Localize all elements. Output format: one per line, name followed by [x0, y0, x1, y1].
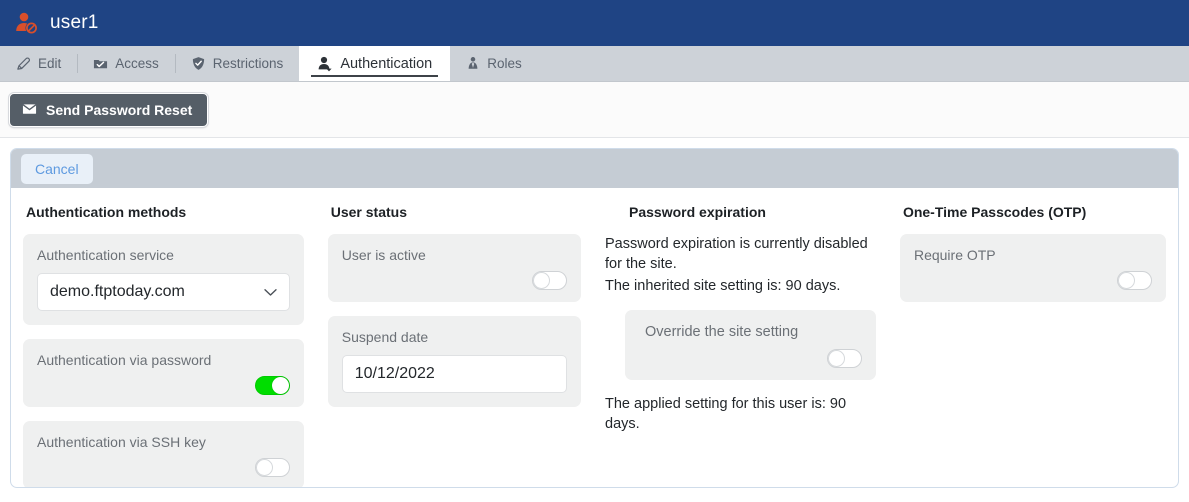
shield-icon	[191, 56, 206, 71]
password-expiration-line1: Password expiration is currently disable…	[605, 236, 868, 272]
authentication-service-label: Authentication service	[37, 247, 174, 263]
toggle-knob	[255, 459, 273, 476]
tab-restrictions-label: Restrictions	[212, 56, 284, 71]
roles-icon	[466, 56, 480, 71]
password-expiration-applied-line: The applied setting for this user is: 90…	[605, 396, 847, 432]
require-otp-label: Require OTP	[913, 247, 996, 263]
tab-access[interactable]: Access	[77, 46, 175, 81]
tab-restrictions[interactable]: Restrictions	[174, 46, 300, 81]
action-toolbar: Send Password Reset	[0, 82, 1189, 138]
toggle-knob	[271, 377, 289, 394]
authentication-via-password-label: Authentication via password	[37, 352, 212, 368]
folder-check-icon	[93, 56, 108, 71]
tab-roles[interactable]: Roles	[450, 46, 538, 81]
page-title: user1	[50, 12, 99, 33]
user-status-title: User status	[330, 204, 408, 220]
tab-edit-label: Edit	[38, 56, 62, 71]
user-is-active-field: User is active	[327, 234, 582, 302]
authentication-panel: Cancel Authentication methods Authentica…	[10, 148, 1179, 488]
override-site-setting-label: Override the site setting	[645, 324, 799, 340]
authentication-via-password-field: Authentication via password	[23, 339, 304, 407]
otp-title: One-Time Passcodes (OTP)	[902, 204, 1087, 220]
panel-wrapper: Cancel Authentication methods Authentica…	[0, 138, 1189, 488]
cancel-button[interactable]: Cancel	[21, 153, 93, 184]
password-expiration-line2: The inherited site setting is: 90 days.	[605, 278, 841, 294]
suspend-date-field: Suspend date	[327, 316, 582, 407]
authentication-via-ssh-key-toggle[interactable]	[254, 458, 290, 477]
tab-authentication-label: Authentication	[340, 55, 433, 72]
authentication-service-value: demo.ftptoday.com	[50, 283, 185, 300]
column-otp: One-Time Passcodes (OTP) Require OTP	[888, 204, 1178, 487]
toggle-knob	[1117, 272, 1135, 289]
suspend-date-label: Suspend date	[341, 329, 429, 345]
require-otp-field: Require OTP	[899, 234, 1166, 302]
authentication-via-ssh-key-label: Authentication via SSH key	[37, 434, 206, 450]
column-password-expiration: Password expiration Password expiration …	[593, 204, 888, 487]
toggle-knob	[827, 350, 845, 367]
override-site-setting-field: Override the site setting	[625, 310, 876, 380]
require-otp-toggle[interactable]	[1116, 271, 1152, 290]
chevron-down-icon	[264, 286, 277, 299]
column-user-status: User status User is active Suspend date	[316, 204, 593, 487]
user-auth-icon	[317, 56, 333, 72]
blocked-user-icon	[14, 10, 40, 36]
column-authentication-methods: Authentication methods Authentication se…	[11, 204, 316, 487]
envelope-icon	[22, 102, 37, 118]
authentication-methods-title: Authentication methods	[26, 204, 187, 220]
active-tab-underline	[311, 75, 439, 77]
authentication-service-select[interactable]: demo.ftptoday.com	[37, 273, 290, 311]
authentication-service-field: Authentication service demo.ftptoday.com	[23, 234, 304, 325]
override-site-setting-toggle[interactable]	[826, 349, 862, 368]
tab-access-label: Access	[115, 56, 159, 71]
suspend-date-input[interactable]	[341, 355, 568, 393]
page-header: user1	[0, 0, 1189, 46]
password-expiration-title: Password expiration	[629, 204, 766, 220]
send-password-reset-button[interactable]: Send Password Reset	[9, 92, 209, 127]
user-is-active-toggle[interactable]	[532, 271, 568, 290]
tab-edit[interactable]: Edit	[0, 46, 77, 81]
authentication-via-ssh-key-field: Authentication via SSH key	[23, 421, 304, 487]
user-is-active-label: User is active	[341, 247, 426, 263]
tab-roles-label: Roles	[487, 56, 522, 71]
authentication-via-password-toggle[interactable]	[254, 376, 290, 395]
send-password-reset-label: Send Password Reset	[46, 101, 193, 118]
tab-authentication[interactable]: Authentication	[299, 46, 451, 81]
tab-bar: Edit Access Restrictions Authentication …	[0, 46, 1189, 82]
panel-body: Authentication methods Authentication se…	[11, 188, 1178, 487]
toggle-knob	[533, 272, 551, 289]
panel-header-bar: Cancel	[11, 149, 1178, 188]
pencil-icon	[16, 56, 31, 71]
